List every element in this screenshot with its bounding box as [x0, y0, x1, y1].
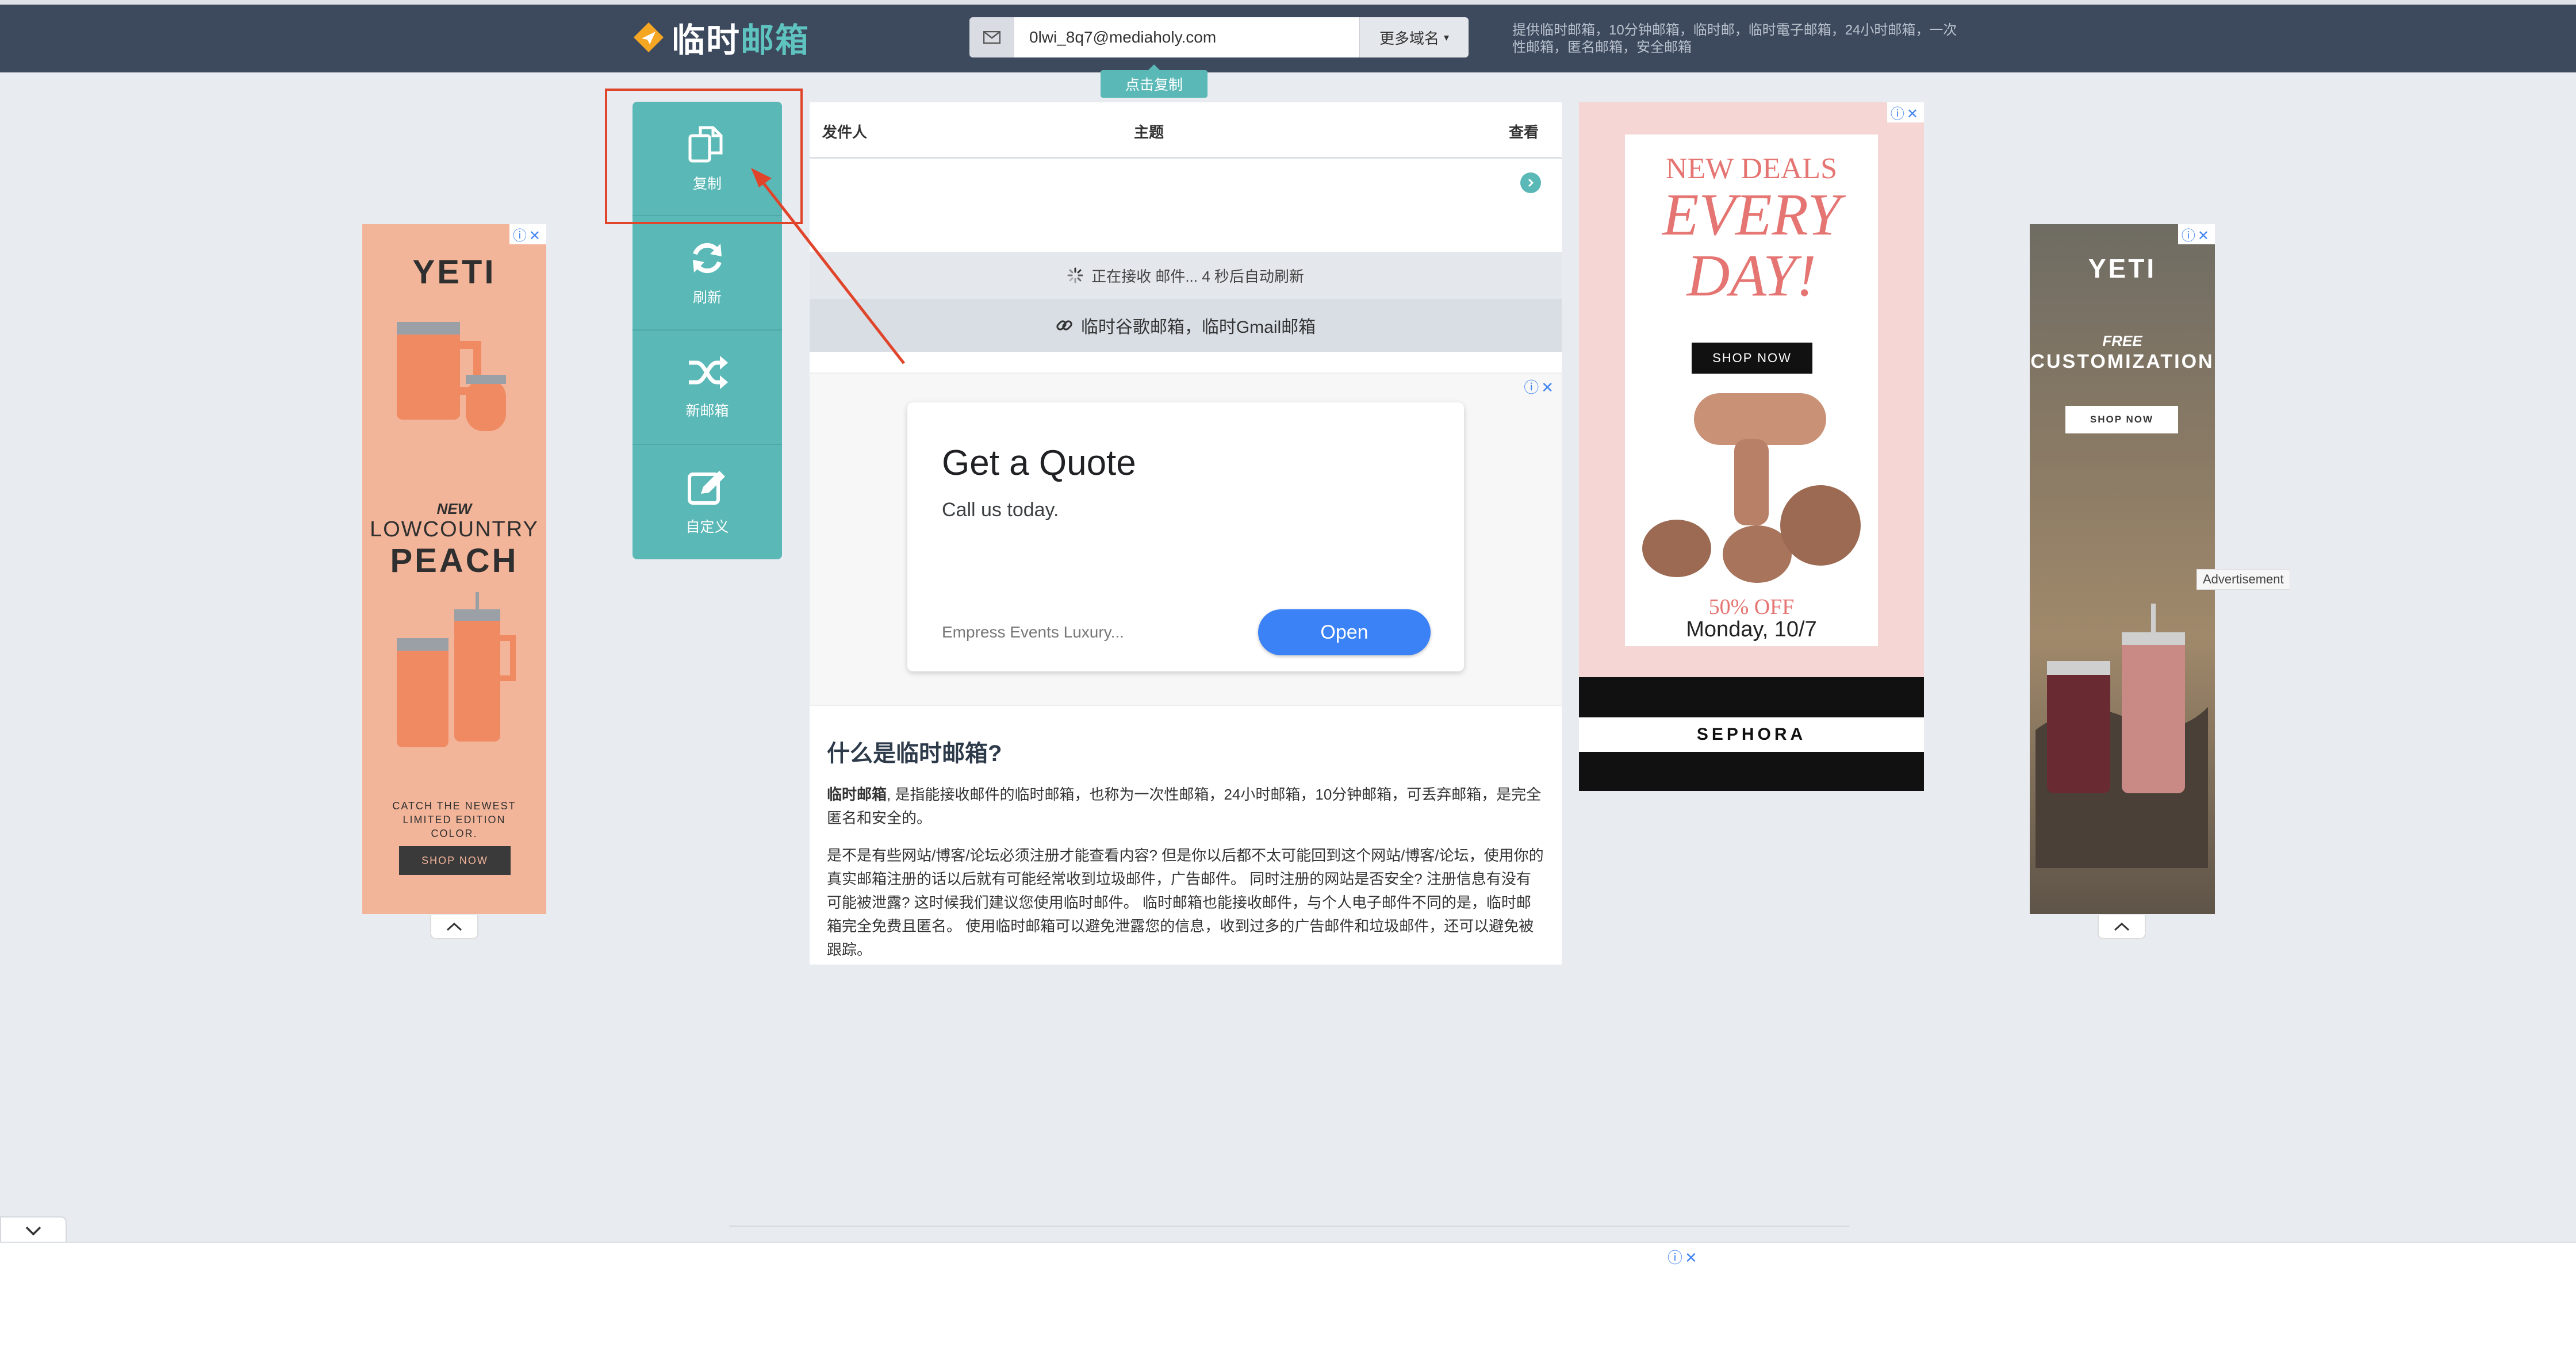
tumbler-product-image-2 [397, 592, 516, 747]
about-paragraph-1: 临时邮箱, 是指能接收邮件的临时邮箱，也称为一次性邮箱，24小时邮箱，10分钟邮… [827, 783, 1544, 830]
ad-left-shop-button[interactable]: SHOP NOW [399, 846, 511, 875]
tumbler-product-image-3 [2035, 604, 2208, 868]
column-view: 查看 [1509, 124, 1539, 141]
quote-ad-card[interactable]: Get a Quote Call us today. Empress Event… [907, 402, 1464, 671]
link-icon [1056, 320, 1072, 331]
quote-ad-subtitle: Call us today. [942, 499, 1059, 521]
adchoices-close-icon[interactable]: ⓘ✕ [2178, 224, 2215, 244]
temp-gmail-link[interactable]: 临时谷歌邮箱，临时Gmail邮箱 [810, 299, 1562, 352]
logo-text-part1: 临时 [672, 22, 741, 59]
tumbler-product-image [397, 322, 506, 431]
ad-mid-discount: 50% OFF [1708, 595, 1795, 619]
hair-dryer-product-image [1642, 393, 1861, 583]
ad-left-lowcountry: LOWCOUNTRY [370, 517, 539, 541]
sephora-advertisement[interactable]: ⓘ✕ NEW DEALS EVERY DAY! SHOP NOW 50% OFF… [1579, 102, 1924, 791]
customize-label: 自定义 [685, 518, 729, 535]
ad-mid-shop-button[interactable]: SHOP NOW [1692, 343, 1812, 374]
adchoices-close-icon[interactable]: ⓘ✕ [1667, 1246, 1700, 1268]
column-subject: 主题 [1134, 124, 1164, 141]
about-section: 什么是临时邮箱? 临时邮箱, 是指能接收邮件的临时邮箱，也称为一次性邮箱，24小… [810, 706, 1562, 993]
auto-refresh-status: 正在接收 邮件... 4 秒后自动刷新 [810, 252, 1562, 299]
ad-right-customization: CUSTOMIZATION [2030, 351, 2214, 372]
mail-table-header: 发件人 主题 查看 [810, 102, 1562, 159]
adchoices-close-icon[interactable]: ⓘ✕ [1887, 102, 1924, 122]
mail-list [810, 160, 1562, 252]
site-logo[interactable]: 临时 邮箱 [632, 17, 810, 59]
ad-mid-date: Monday, 10/7 [1686, 617, 1817, 642]
ad-mid-every: EVERY [1662, 182, 1841, 248]
spinner-icon [1067, 267, 1083, 283]
footer-divider [729, 1226, 1849, 1227]
email-address-field[interactable] [1014, 17, 1359, 57]
refresh-label: 刷新 [692, 289, 722, 306]
ad-right-shop-button[interactable]: SHOP NOW [2065, 406, 2178, 433]
new-mailbox-button[interactable]: 新邮箱 [632, 331, 782, 445]
ad-left-new: NEW [436, 500, 472, 517]
adchoices-close-icon[interactable]: ⓘ✕ [509, 224, 546, 244]
customize-button[interactable]: 自定义 [632, 445, 782, 559]
email-address-group: 更多域名 ▾ [969, 17, 1469, 57]
more-domains-dropdown[interactable]: 更多域名 ▾ [1359, 17, 1469, 57]
chevron-down-icon [25, 1226, 41, 1236]
about-heading: 什么是临时邮箱? [827, 741, 1002, 766]
about-paragraph-2: 是不是有些网站/博客/论坛必须注册才能查看内容? 但是你以后都不太可能回到这个网… [827, 847, 1544, 958]
bottom-ad-toggle-button[interactable] [0, 1216, 67, 1244]
mailbox-panel: 发件人 主题 查看 正在接收 邮件... 4 秒后自动刷新 临时谷歌邮箱，临时G… [810, 102, 1562, 965]
shuffle-icon [689, 355, 728, 389]
annotation-highlight-box [605, 89, 803, 224]
logo-text-part2: 邮箱 [741, 22, 810, 59]
quote-open-button[interactable]: Open [1258, 609, 1431, 655]
sephora-band-top [1579, 677, 1924, 717]
more-domains-label: 更多域名 [1379, 29, 1439, 47]
refresh-button[interactable]: 刷新 [632, 216, 782, 331]
quote-ad-title: Get a Quote [942, 443, 1136, 483]
advertisement-tooltip: Advertisement [2196, 569, 2290, 590]
yeti-brand: YETI [412, 254, 496, 291]
left-ad-collapse-button[interactable] [430, 915, 478, 939]
caret-down-icon: ▾ [1443, 31, 1450, 43]
adchoices-close-icon[interactable]: ⓘ✕ [1524, 376, 1556, 397]
chevron-up-icon [2114, 922, 2130, 931]
header-description: 提供临时邮箱，10分钟邮箱，临时邮，临时電子邮箱，24小时邮箱，一次性邮箱，匿名… [1512, 22, 1957, 55]
chevron-up-icon [446, 922, 462, 931]
right-yeti-advertisement[interactable]: ⓘ✕ YETI FREE CUSTOMIZATION SHOP NOW [2030, 224, 2215, 914]
bottom-advertisement: ⓘ✕ [0, 1242, 2576, 1352]
new-mailbox-label: 新邮箱 [685, 402, 729, 419]
copy-tooltip[interactable]: 点击复制 [1101, 64, 1208, 98]
yeti-brand: YETI [2088, 254, 2157, 283]
status-text: 正在接收 邮件... 4 秒后自动刷新 [1091, 267, 1304, 285]
ad-left-tagline: CATCH THE NEWEST LIMITED EDITION COLOR. [392, 800, 516, 839]
sephora-ad-card: NEW DEALS EVERY DAY! SHOP NOW 50% OFF Mo… [1625, 135, 1878, 646]
left-yeti-advertisement[interactable]: ⓘ✕ YETI NEW LOWCOUNTRY PEACH CATCH THE N… [362, 224, 546, 914]
chevron-right-icon[interactable] [1520, 172, 1541, 193]
logo-icon [634, 22, 664, 52]
quote-ad-brand: Empress Events Luxury... [942, 623, 1124, 641]
ad-mid-day: DAY! [1686, 243, 1816, 309]
about-term: 临时邮箱 [827, 786, 887, 803]
ad-right-free: FREE [2102, 332, 2142, 349]
refresh-icon [693, 243, 722, 273]
sephora-brand: SEPHORA [1579, 717, 1924, 752]
ad-left-peach: PEACH [390, 542, 519, 579]
envelope-icon [969, 17, 1014, 57]
temp-gmail-link-text: 临时谷歌邮箱，临时Gmail邮箱 [1080, 318, 1316, 337]
about-definition: , 是指能接收邮件的临时邮箱，也称为一次性邮箱，24小时邮箱，10分钟邮箱，可丢… [827, 786, 1542, 827]
edit-icon [688, 470, 725, 505]
right-ad-collapse-button[interactable] [2098, 915, 2146, 939]
column-sender: 发件人 [822, 124, 868, 141]
sephora-band-bottom [1579, 752, 1924, 791]
quote-advertisement: ⓘ✕ Get a Quote Call us today. Empress Ev… [810, 372, 1562, 706]
